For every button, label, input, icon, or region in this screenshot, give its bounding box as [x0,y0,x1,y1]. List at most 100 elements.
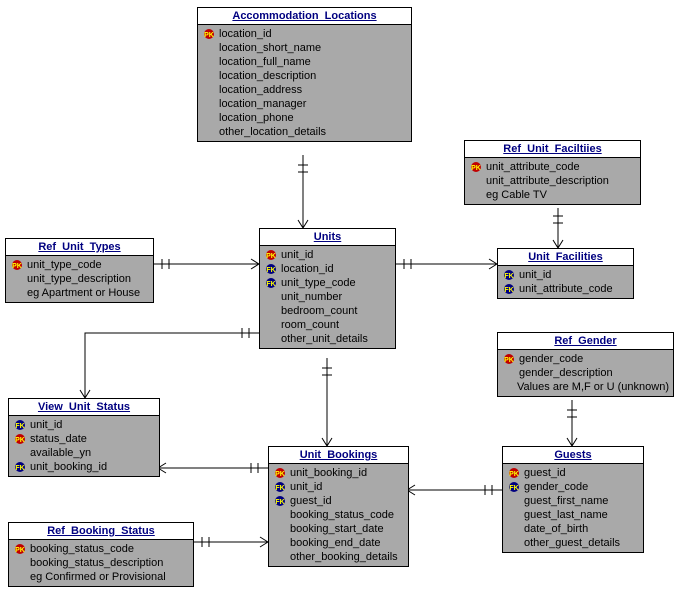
attr-name: unit_booking_id [290,467,367,479]
key-spacer [13,557,27,569]
attr-name: location_id [219,28,272,40]
attr-name: booking_end_date [290,537,381,549]
attr-row: bedroom_count [260,304,395,318]
entity-attrs: PKunit_type_codeunit_type_descriptioneg … [6,256,153,302]
entity-attrs: FKunit_idPKstatus_dateavailable_ynFKunit… [9,416,159,476]
attr-name: eg Confirmed or Provisional [30,571,166,583]
key-spacer [273,537,287,549]
entity-ref-gender: Ref_Gender PKgender_code gender_descripti… [497,332,674,397]
entity-guests: Guests PKguest_idFKgender_codeguest_firs… [502,446,644,553]
key-spacer [264,319,278,331]
attr-name: booking_status_code [30,543,134,555]
pk-key-icon: PK [202,28,216,40]
entity-ref-unit-facilities: Ref_Unit_Faciltiies PKunit_attribute_cod… [464,140,641,205]
attr-name: guest_id [524,467,566,479]
svg-text:PK: PK [15,547,25,554]
attr-name: location_short_name [219,42,321,54]
attr-name: unit_id [281,249,313,261]
key-spacer [13,571,27,583]
entity-title: Ref_Booking_Status [9,523,193,540]
entity-title: Guests [503,447,643,464]
entity-ref-unit-types: Ref_Unit_Types PKunit_type_codeunit_type… [5,238,154,303]
attr-row: available_yn [9,446,159,460]
attr-name: location_full_name [219,56,311,68]
attr-name: booking_start_date [290,523,384,535]
entity-view-unit-status: View_Unit_Status FKunit_idPKstatus_datea… [8,398,160,477]
entity-unit-facilities: Unit_Facilities FKunit_idFKunit_attribut… [497,248,634,299]
fk-key-icon: FK [507,481,521,493]
attr-name: unit_number [281,291,342,303]
attr-name: unit_attribute_description [486,175,609,187]
attr-row: guest_first_name [503,494,643,508]
attr-name: guest_last_name [524,509,608,521]
attr-name: Values are M,F or U (unknown) [517,381,669,393]
attr-row: booking_status_code [269,508,408,522]
key-spacer [469,189,483,201]
entity-unit-bookings: Unit_Bookings PKunit_booking_idFKunit_id… [268,446,409,567]
key-spacer [202,70,216,82]
key-spacer [202,98,216,110]
fk-key-icon: FK [264,263,278,275]
pk-key-icon: PK [273,467,287,479]
entity-title: Units [260,229,395,246]
attr-row: eg Cable TV [465,188,640,202]
key-spacer [273,551,287,563]
attr-name: other_unit_details [281,333,368,345]
key-spacer [273,509,287,521]
attr-row: PKunit_booking_id [269,466,408,480]
attr-row: booking_status_description [9,556,193,570]
attr-name: other_location_details [219,126,326,138]
attr-row: location_full_name [198,55,411,69]
key-spacer [10,287,24,299]
attr-row: unit_number [260,290,395,304]
key-spacer [202,84,216,96]
fk-key-icon: FK [13,461,27,473]
attr-name: eg Cable TV [486,189,547,201]
key-spacer [264,291,278,303]
entity-attrs: PK booking_status_code booking_status_desc… [9,540,193,586]
svg-text:PK: PK [509,471,519,478]
attr-name: location_address [219,84,302,96]
svg-text:FK: FK [504,273,513,280]
key-spacer [13,447,27,459]
attr-name: other_booking_details [290,551,398,563]
attr-row: FKunit_type_code [260,276,395,290]
key-spacer [502,381,514,393]
entity-units: Units PKunit_idFKlocation_idFKunit_type_… [259,228,396,349]
svg-text:FK: FK [504,287,513,294]
attr-name: booking_status_description [30,557,163,569]
pk-key-icon: PK [469,161,483,173]
attr-name: unit_booking_id [30,461,107,473]
svg-text:PK: PK [12,263,22,270]
attr-row: PK guest_id [503,466,643,480]
entity-attrs: PKunit_idFKlocation_idFKunit_type_codeun… [260,246,395,348]
entity-title: Accommodation_Locations [198,8,411,25]
entity-title: Ref_Unit_Faciltiies [465,141,640,158]
svg-text:PK: PK [204,32,214,39]
svg-text:FK: FK [266,267,275,274]
key-spacer [469,175,483,187]
attr-row: PKstatus_date [9,432,159,446]
attr-name: room_count [281,319,339,331]
attr-row: other_booking_details [269,550,408,564]
svg-text:FK: FK [509,485,518,492]
attr-name: location_manager [219,98,306,110]
fk-key-icon: FK [273,481,287,493]
attr-name: available_yn [30,447,91,459]
attr-row: FKunit_booking_id [9,460,159,474]
attr-name: guest_id [290,495,332,507]
attr-row: FK guest_id [269,494,408,508]
key-spacer [264,333,278,345]
key-spacer [507,495,521,507]
entity-attrs: PK location_id location_short_name location… [198,25,411,141]
pk-key-icon: PK [507,467,521,479]
entity-title: Ref_Gender [498,333,673,350]
attr-name: eg Apartment or House [27,287,140,299]
attr-name: unit_attribute_code [519,283,613,295]
pk-key-icon: PK [502,353,516,365]
attr-name: gender_code [519,353,583,365]
attr-name: unit_id [519,269,551,281]
entity-title: View_Unit_Status [9,399,159,416]
attr-name: gender_description [519,367,613,379]
svg-text:FK: FK [275,499,284,506]
